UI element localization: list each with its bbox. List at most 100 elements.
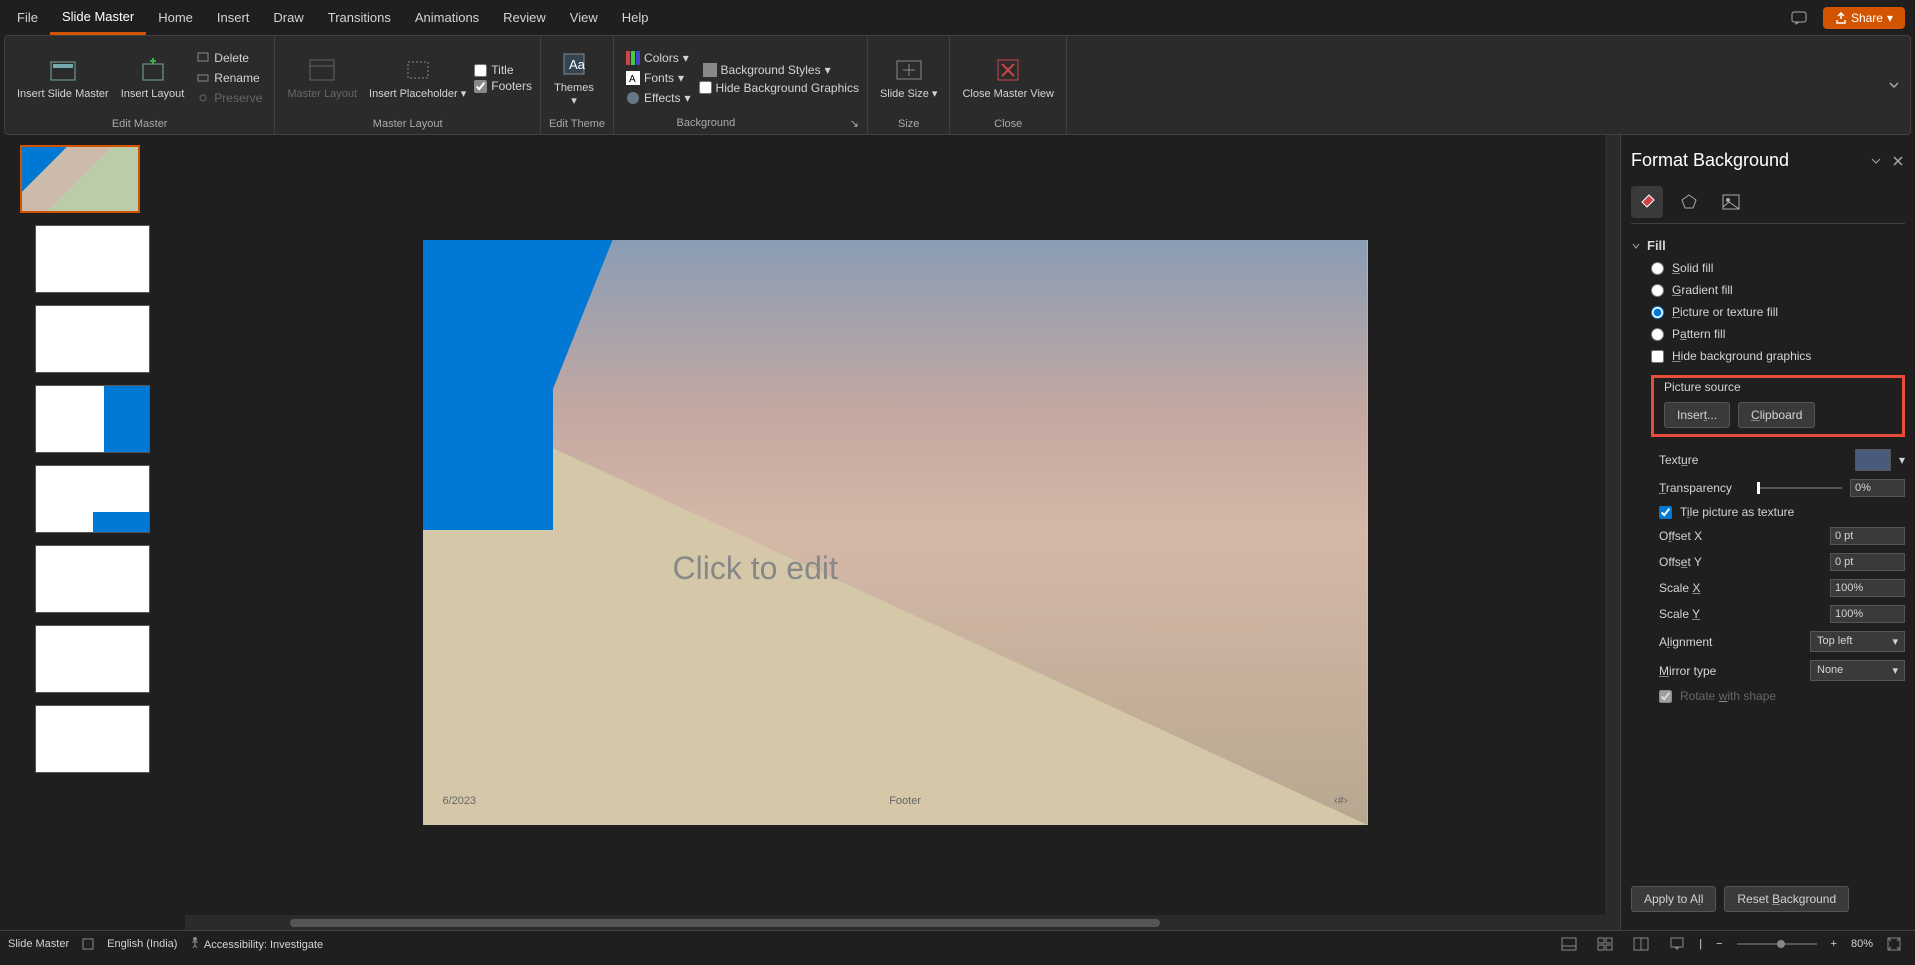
- background-styles-icon: [703, 63, 717, 77]
- zoom-out-button[interactable]: −: [1710, 936, 1728, 952]
- fill-tab[interactable]: [1631, 186, 1663, 218]
- tab-draw[interactable]: Draw: [261, 2, 315, 33]
- apply-to-all-button[interactable]: Apply to All: [1631, 886, 1716, 912]
- master-layout-button[interactable]: Master Layout: [283, 50, 361, 105]
- effects-tab[interactable]: [1673, 186, 1705, 218]
- tab-view[interactable]: View: [558, 2, 610, 33]
- tab-insert[interactable]: Insert: [205, 2, 262, 33]
- offset-x-label: Offset X: [1659, 529, 1749, 543]
- layout-thumb[interactable]: [35, 545, 150, 613]
- fill-section-header[interactable]: Fill: [1631, 234, 1905, 257]
- texture-label: Texture: [1659, 453, 1749, 467]
- layout-thumb[interactable]: [35, 305, 150, 373]
- tab-home[interactable]: Home: [146, 2, 205, 33]
- preserve-button[interactable]: Preserve: [192, 89, 266, 107]
- status-accessibility[interactable]: Accessibility: Investigate: [189, 936, 323, 951]
- zoom-in-button[interactable]: +: [1825, 936, 1843, 952]
- texture-dropdown-arrow[interactable]: ▾: [1899, 453, 1905, 467]
- slide-editor-area[interactable]: Click to edit 6/2023 Footer ‹#›: [185, 135, 1605, 930]
- offset-x-input[interactable]: [1830, 527, 1905, 545]
- insert-layout-button[interactable]: Insert Layout: [117, 50, 189, 105]
- tile-picture-checkbox[interactable]: [1659, 506, 1672, 519]
- page-number-placeholder[interactable]: ‹#›: [1334, 795, 1347, 807]
- slideshow-button[interactable]: [1663, 935, 1691, 953]
- picture-tab[interactable]: [1715, 186, 1747, 218]
- notes-button[interactable]: [1555, 935, 1583, 953]
- tab-review[interactable]: Review: [491, 2, 558, 33]
- texture-picker[interactable]: [1855, 449, 1891, 471]
- gradient-fill-radio[interactable]: [1651, 284, 1664, 297]
- format-panel-title: Format Background: [1631, 150, 1861, 171]
- scale-y-input[interactable]: [1830, 605, 1905, 623]
- status-accessibility-icon[interactable]: [81, 937, 95, 951]
- alignment-dropdown[interactable]: Top left▾: [1810, 631, 1905, 652]
- reading-view-button[interactable]: [1627, 935, 1655, 953]
- layout-thumb[interactable]: [35, 705, 150, 773]
- reset-background-button[interactable]: Reset Background: [1724, 886, 1849, 912]
- mirror-type-dropdown[interactable]: None▾: [1810, 660, 1905, 681]
- zoom-slider[interactable]: [1737, 943, 1817, 945]
- zoom-level[interactable]: 80%: [1851, 938, 1873, 950]
- background-dialog-launcher[interactable]: ↘: [850, 117, 859, 130]
- insert-slide-master-button[interactable]: Insert Slide Master: [13, 50, 113, 105]
- tab-animations[interactable]: Animations: [403, 2, 491, 33]
- fonts-button[interactable]: AFonts ▾: [622, 69, 695, 87]
- clipboard-button[interactable]: Clipboard: [1738, 402, 1815, 428]
- close-master-view-button[interactable]: Close Master View: [958, 50, 1058, 105]
- title-placeholder[interactable]: Click to edit: [673, 550, 838, 587]
- rotate-with-shape-checkbox: [1659, 690, 1672, 703]
- hide-bg-graphics-check[interactable]: [1651, 350, 1664, 363]
- rename-button[interactable]: Rename: [192, 69, 266, 87]
- layout-thumb[interactable]: [35, 225, 150, 293]
- status-slide-master[interactable]: Slide Master: [8, 938, 69, 950]
- picture-source-label: Picture source: [1656, 380, 1900, 398]
- tab-slide-master[interactable]: Slide Master: [50, 1, 146, 35]
- title-checkbox[interactable]: Title: [474, 63, 532, 77]
- background-styles-button[interactable]: Background Styles ▾: [699, 61, 859, 79]
- pentagon-icon: [1679, 192, 1699, 212]
- effects-button[interactable]: Effects ▾: [622, 89, 695, 107]
- horizontal-scrollbar[interactable]: [185, 915, 1605, 930]
- footers-checkbox[interactable]: Footers: [474, 79, 532, 93]
- layout-thumb[interactable]: [35, 385, 150, 453]
- themes-button[interactable]: Aa Themes▾: [549, 44, 599, 112]
- delete-button[interactable]: Delete: [192, 49, 266, 67]
- tab-help[interactable]: Help: [610, 2, 661, 33]
- footer-placeholder[interactable]: Footer: [889, 795, 921, 807]
- transparency-slider[interactable]: [1757, 487, 1842, 489]
- layout-thumb[interactable]: [35, 625, 150, 693]
- format-background-panel: Format Background Fill Solid fill Gradie…: [1620, 135, 1915, 930]
- pattern-fill-radio[interactable]: [1651, 328, 1664, 341]
- tab-transitions[interactable]: Transitions: [316, 2, 403, 33]
- slide-canvas[interactable]: Click to edit 6/2023 Footer ‹#›: [423, 240, 1368, 825]
- panel-options-button[interactable]: [1869, 154, 1883, 168]
- date-placeholder[interactable]: 6/2023: [443, 795, 477, 807]
- scale-x-input[interactable]: [1830, 579, 1905, 597]
- slide-thumbnails-panel[interactable]: [0, 135, 185, 930]
- solid-fill-radio[interactable]: [1651, 262, 1664, 275]
- normal-view-button[interactable]: [1591, 935, 1619, 953]
- slide-size-button[interactable]: Slide Size ▾: [876, 50, 942, 105]
- tab-file[interactable]: File: [5, 2, 50, 33]
- offset-y-input[interactable]: [1830, 553, 1905, 571]
- transparency-input[interactable]: [1850, 479, 1905, 497]
- comments-icon[interactable]: [1783, 7, 1815, 29]
- ribbon-collapse-button[interactable]: [1878, 75, 1910, 95]
- svg-text:A: A: [629, 74, 636, 85]
- master-slide-thumb[interactable]: [20, 145, 140, 213]
- panel-close-button[interactable]: [1891, 154, 1905, 168]
- picture-texture-fill-radio[interactable]: [1651, 306, 1664, 319]
- vertical-scrollbar[interactable]: [1605, 135, 1620, 930]
- insert-placeholder-button[interactable]: Insert Placeholder ▾: [365, 50, 470, 105]
- hide-bg-graphics-checkbox[interactable]: Hide Background Graphics: [699, 81, 859, 95]
- share-button[interactable]: Share ▾: [1823, 7, 1905, 29]
- status-bar: Slide Master English (India) Accessibili…: [0, 930, 1915, 956]
- layout-thumb[interactable]: [35, 465, 150, 533]
- insert-placeholder-icon: [402, 54, 434, 86]
- fit-to-window-button[interactable]: [1881, 935, 1907, 953]
- colors-button[interactable]: Colors ▾: [622, 49, 695, 67]
- insert-picture-button[interactable]: Insert...: [1664, 402, 1730, 428]
- status-language[interactable]: English (India): [107, 938, 177, 950]
- transparency-label: Transparency: [1659, 481, 1749, 495]
- ribbon: Insert Slide Master Insert Layout Delete…: [4, 35, 1911, 135]
